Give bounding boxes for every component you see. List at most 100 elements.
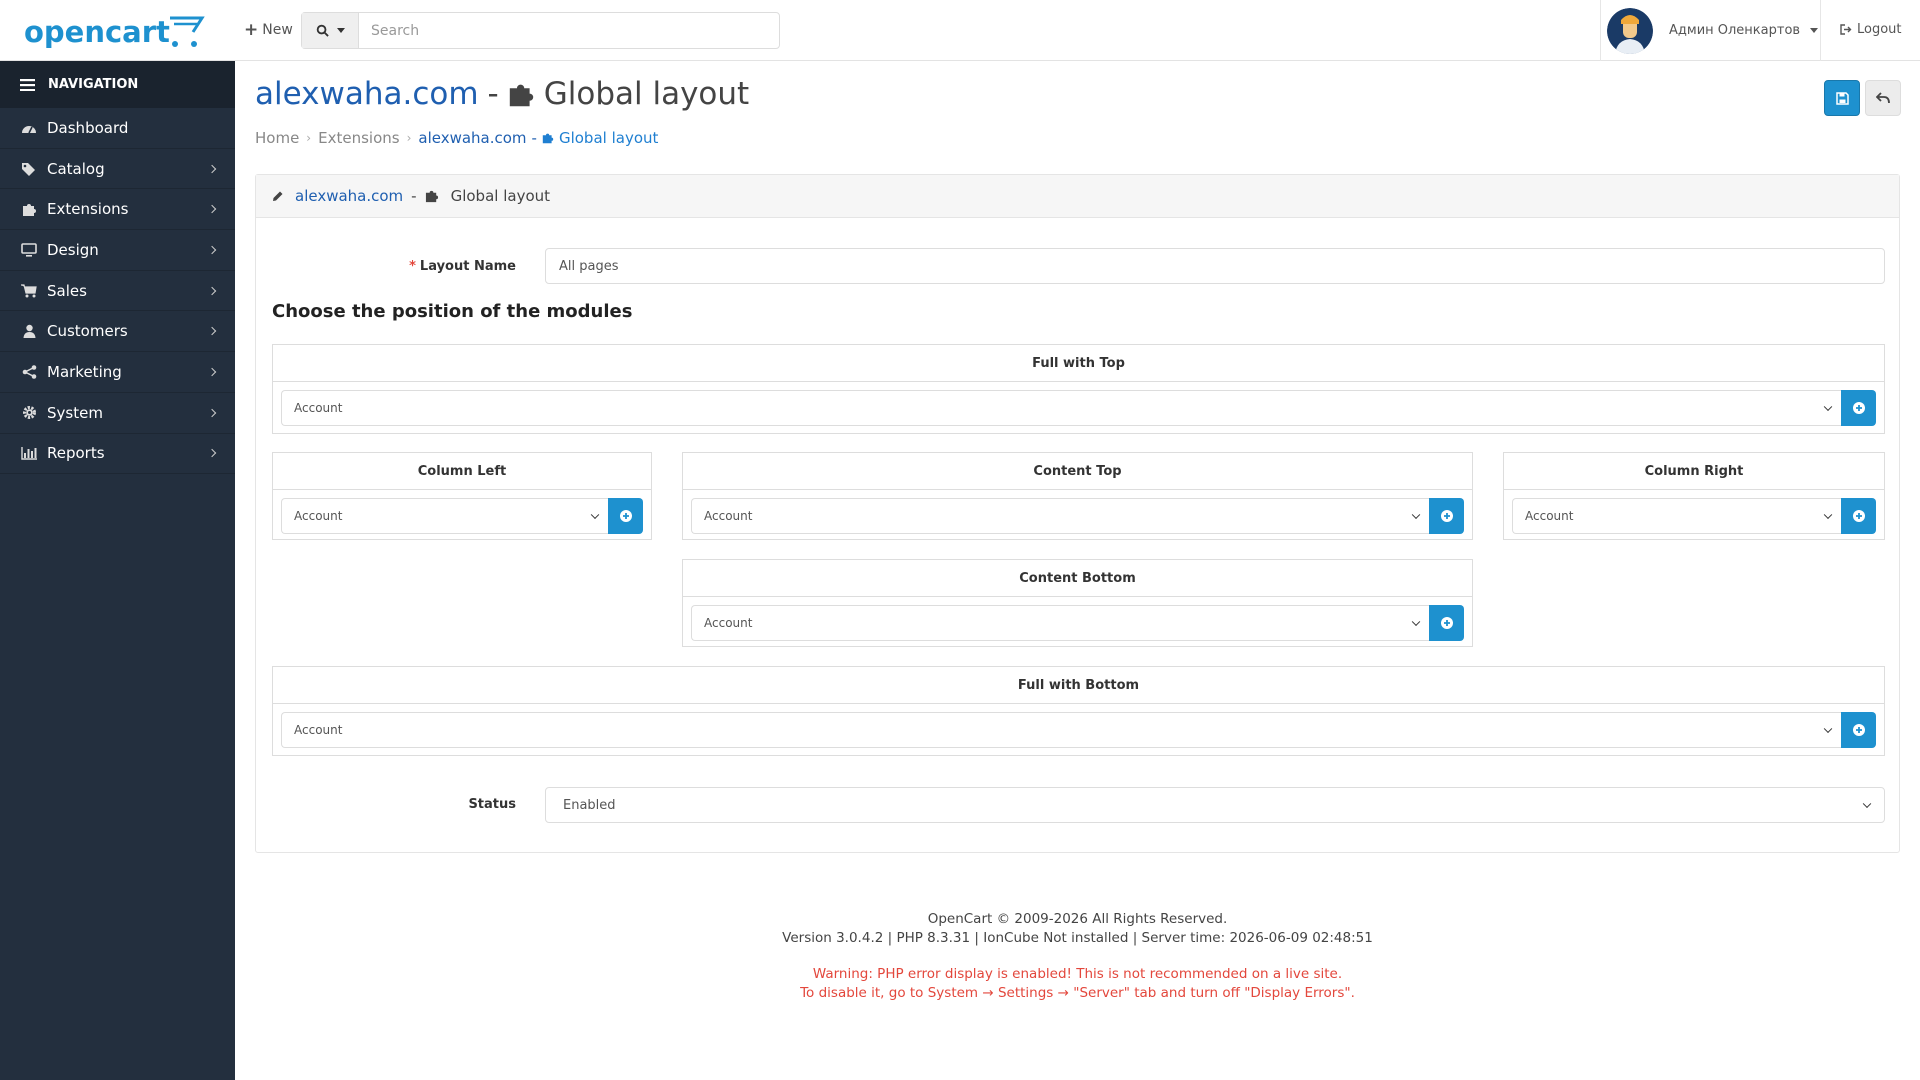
chevron-down-icon (1823, 724, 1833, 734)
add-module-button[interactable] (1429, 605, 1464, 641)
chevron-right-icon (207, 367, 217, 377)
position-content-bottom: Content Bottom Account (682, 559, 1473, 647)
floppy-disk-icon (1835, 91, 1849, 105)
position-full-top: Full with Top Account (272, 344, 1885, 434)
position-content-top: Content Top Account (682, 452, 1473, 540)
new-button[interactable]: + New (244, 20, 293, 40)
chevron-down-icon (1862, 799, 1872, 809)
chevron-down-icon (590, 510, 600, 520)
gear-icon (20, 405, 38, 421)
sign-out-icon (1840, 24, 1852, 35)
add-module-button[interactable] (1841, 390, 1876, 426)
top-header: opencart + New Админ Оленкартов (0, 0, 1920, 61)
sidebar-item-design[interactable]: Design (0, 230, 235, 271)
sidebar-item-extensions[interactable]: Extensions (0, 189, 235, 231)
opencart-logo[interactable]: opencart (22, 10, 207, 52)
back-button[interactable] (1865, 80, 1901, 116)
chevron-right-icon (207, 245, 217, 255)
sidebar-item-customers[interactable]: Customers (0, 311, 235, 353)
plus-circle-icon (1852, 510, 1865, 522)
module-select[interactable]: Account (281, 712, 1841, 748)
svg-text:opencart: opencart (24, 15, 170, 49)
position-column-left: Column Left Account (272, 452, 652, 540)
sidebar-item-reports[interactable]: Reports (0, 434, 235, 475)
plus-circle-icon (1440, 510, 1453, 522)
panel-heading: alexwaha.com - Global layout (256, 175, 1899, 218)
status-select[interactable]: Enabled (545, 787, 1885, 823)
plus-circle-icon (619, 510, 632, 522)
sidebar-item-catalog[interactable]: Catalog (0, 149, 235, 190)
page-title: alexwaha.com - Global layout (255, 76, 750, 112)
share-icon (20, 364, 38, 380)
sidebar: NAVIGATION Dashboard Catalog Extensions … (0, 61, 235, 1080)
module-select[interactable]: Account (691, 498, 1429, 534)
plus-circle-icon (1440, 617, 1453, 629)
search-input[interactable] (359, 13, 779, 48)
layout-name-input[interactable]: All pages (545, 248, 1885, 284)
username: Админ Оленкартов (1669, 23, 1801, 38)
plus-icon: + (244, 20, 259, 40)
add-module-button[interactable] (1841, 498, 1876, 534)
search-filter-dropdown[interactable] (302, 13, 359, 48)
chevron-right-icon (207, 449, 217, 458)
sidebar-item-system[interactable]: System (0, 393, 235, 434)
chevron-down-icon (1411, 510, 1421, 520)
footer-version: Version 3.0.4.2 | PHP 8.3.31 | IonCube N… (782, 930, 1373, 946)
dashboard-icon (20, 120, 38, 136)
caret-down-icon (1810, 28, 1819, 33)
caret-down-icon (336, 28, 345, 33)
layout-name-label: * Layout Name (409, 259, 516, 274)
reply-icon (1876, 92, 1890, 104)
add-module-button[interactable] (1841, 712, 1876, 748)
bar-chart-icon (20, 445, 38, 461)
section-title: Choose the position of the modules (272, 301, 633, 322)
position-title: Column Left (273, 453, 651, 490)
sidebar-item-dashboard[interactable]: Dashboard (0, 108, 235, 149)
pencil-icon (273, 191, 283, 201)
user-menu[interactable]: Админ Оленкартов (1600, 0, 1821, 61)
tags-icon (20, 161, 38, 177)
avatar (1607, 7, 1653, 54)
breadcrumb: Home › Extensions › alexwaha.com - Globa… (255, 129, 659, 147)
module-select[interactable]: Account (691, 605, 1429, 641)
layout-form-panel: alexwaha.com - Global layout * Layout Nam… (255, 174, 1900, 853)
module-select[interactable]: Account (281, 390, 1841, 426)
cart-icon (20, 283, 38, 299)
sidebar-item-sales[interactable]: Sales (0, 271, 235, 312)
sidebar-item-marketing[interactable]: Marketing (0, 352, 235, 393)
monitor-icon (20, 242, 38, 258)
chevron-down-icon (1823, 402, 1833, 412)
search-bar (301, 12, 780, 49)
position-title: Full with Bottom (273, 667, 1884, 704)
position-full-bottom: Full with Bottom Account (272, 666, 1885, 756)
breadcrumb-home[interactable]: Home (255, 129, 299, 147)
puzzle-icon (542, 133, 554, 144)
puzzle-icon (509, 84, 533, 106)
search-icon (316, 24, 329, 37)
position-title: Content Bottom (683, 560, 1472, 597)
save-button[interactable] (1824, 80, 1860, 116)
position-title: Full with Top (273, 345, 1884, 382)
add-module-button[interactable] (608, 498, 643, 534)
position-column-right: Column Right Account (1503, 452, 1885, 540)
chevron-right-icon (207, 204, 217, 214)
module-select[interactable]: Account (1512, 498, 1841, 534)
breadcrumb-extensions[interactable]: Extensions (318, 129, 399, 147)
module-select[interactable]: Account (281, 498, 608, 534)
footer-copyright: OpenCart © 2009-2026 All Rights Reserved… (927, 911, 1228, 927)
chevron-down-icon (1823, 510, 1833, 520)
puzzle-icon (20, 201, 38, 217)
puzzle-icon (425, 190, 438, 203)
logout-button[interactable]: Logout (1840, 22, 1902, 37)
chevron-right-icon (207, 164, 217, 173)
status-label: Status (468, 797, 516, 812)
breadcrumb-current[interactable]: alexwaha.com - Global layout (418, 129, 658, 147)
navigation-toggle[interactable]: NAVIGATION (0, 61, 235, 108)
chevron-down-icon (1411, 617, 1421, 627)
chevron-right-icon (207, 327, 217, 336)
plus-circle-icon (1852, 724, 1865, 736)
add-module-button[interactable] (1429, 498, 1464, 534)
footer-warning: Warning: PHP error display is enabled! T… (812, 966, 1343, 982)
user-icon (20, 323, 38, 339)
chevron-right-icon (207, 286, 217, 295)
